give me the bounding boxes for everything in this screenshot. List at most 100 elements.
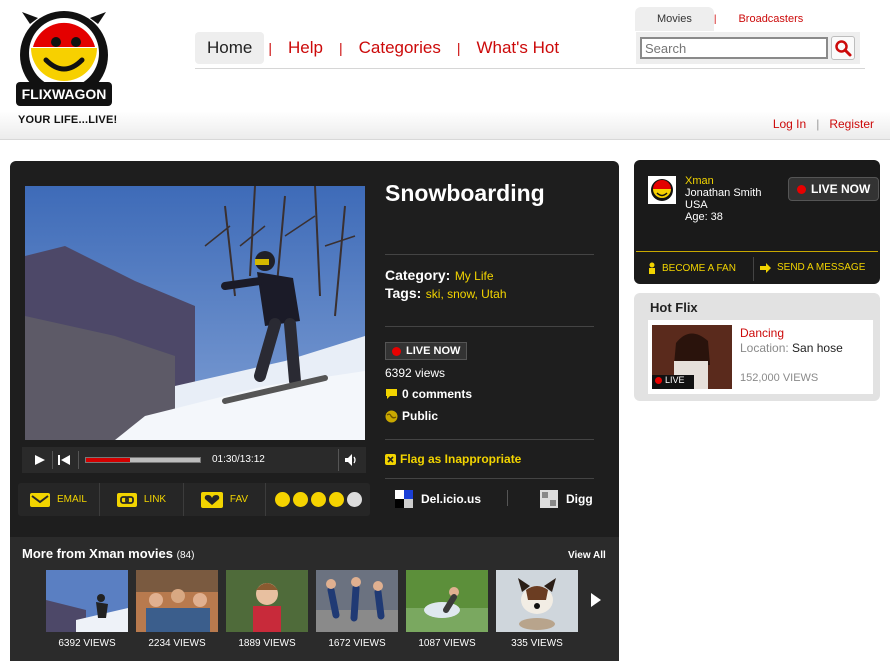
more-from-heading: More from Xman movies xyxy=(22,546,173,561)
thumb-splash xyxy=(406,570,488,632)
send-message-label: SEND A MESSAGE xyxy=(777,262,866,273)
thumb-child xyxy=(226,570,308,632)
become-fan-button[interactable]: BECOME A FAN xyxy=(648,262,736,274)
search-tabs: Movies | Broadcasters xyxy=(635,6,825,32)
more-from-count: (84) xyxy=(176,550,195,561)
location-value: San hose xyxy=(792,341,843,355)
link-label: LINK xyxy=(143,494,167,505)
controls-separator xyxy=(338,449,339,471)
live-dot-icon xyxy=(797,184,806,194)
video-time: 01:30/13:12 xyxy=(212,454,265,465)
search-icon xyxy=(835,40,852,57)
main-nav: Home | Help | Categories | What's Hot xyxy=(195,30,571,66)
search-tab-broadcasters[interactable]: Broadcasters xyxy=(716,7,825,31)
nav-divider xyxy=(195,68,865,69)
email-button[interactable]: EMAIL xyxy=(18,483,100,516)
thumb-item[interactable] xyxy=(496,570,578,637)
comments-count: 0 comments xyxy=(402,387,473,401)
digg-label: Digg xyxy=(566,492,593,506)
thumb-item[interactable] xyxy=(316,570,398,637)
video-title: Snowboarding xyxy=(385,180,545,206)
live-dot-icon xyxy=(655,376,662,384)
avatar[interactable] xyxy=(648,176,676,204)
search-tab-movies[interactable]: Movies xyxy=(635,7,714,31)
heart-icon xyxy=(200,491,223,508)
more-from-title: More from Xman movies (84) xyxy=(22,546,194,561)
profile-country: USA xyxy=(685,199,708,211)
send-message-button[interactable]: SEND A MESSAGE xyxy=(760,262,865,273)
thumb-snowboarding xyxy=(46,570,128,632)
thumb-item[interactable] xyxy=(46,570,128,637)
delicious-icon xyxy=(395,490,413,508)
digg-icon xyxy=(540,490,558,508)
next-arrow-icon[interactable] xyxy=(590,592,602,608)
tag-link[interactable]: ski xyxy=(426,287,441,301)
flixwagon-logo[interactable]: FLIXWAGON xyxy=(14,8,114,130)
login-link[interactable]: Log In xyxy=(773,117,806,131)
info-divider xyxy=(385,478,594,479)
auth-links: Log In | Register xyxy=(773,117,874,131)
flag-label: Flag as Inappropriate xyxy=(400,452,522,466)
comments-row[interactable]: 0 comments xyxy=(385,387,472,401)
profile-divider xyxy=(636,251,878,252)
hot-flix-item-title[interactable]: Dancing xyxy=(740,326,784,340)
delicious-button[interactable]: Del.icio.us xyxy=(395,490,481,508)
nav-categories[interactable]: Categories xyxy=(347,32,453,64)
thumb-item[interactable] xyxy=(136,570,218,637)
link-icon xyxy=(116,492,137,507)
arrow-right-icon xyxy=(760,262,771,273)
nav-whats-hot[interactable]: What's Hot xyxy=(464,32,571,64)
location-label: Location: xyxy=(740,341,789,355)
rating-star-icon[interactable] xyxy=(310,492,326,507)
comment-icon xyxy=(386,389,397,399)
rating-star-icon[interactable] xyxy=(292,492,308,507)
rating-star-icon[interactable] xyxy=(346,492,362,507)
register-link[interactable]: Register xyxy=(829,117,874,131)
hot-flix-title: Hot Flix xyxy=(650,300,698,315)
thumb-puppy xyxy=(496,570,578,632)
profile-action-separator xyxy=(753,257,754,281)
profile-live-badge[interactable]: LIVE NOW xyxy=(788,177,880,201)
video-player[interactable] xyxy=(25,186,365,440)
progress-bar[interactable] xyxy=(85,457,201,463)
thumb-views: 335 VIEWS xyxy=(511,638,563,649)
profile-username[interactable]: Xman xyxy=(685,175,761,187)
link-button[interactable]: LINK xyxy=(100,483,184,516)
rating-star-icon[interactable] xyxy=(328,492,344,507)
play-icon[interactable] xyxy=(34,454,46,466)
nav-help[interactable]: Help xyxy=(276,32,335,64)
thumb-item[interactable] xyxy=(226,570,308,637)
search-button[interactable] xyxy=(831,36,855,60)
delicious-label: Del.icio.us xyxy=(421,492,482,506)
nav-home[interactable]: Home xyxy=(195,32,265,64)
fav-button[interactable]: FAV xyxy=(184,483,266,516)
logo-tagline: YOUR LIFE...LIVE! xyxy=(18,114,118,126)
category-row: Category: My Life xyxy=(385,267,494,285)
person-icon xyxy=(649,262,655,274)
progress-fill xyxy=(86,458,131,462)
email-icon xyxy=(29,492,50,507)
thumb-group xyxy=(136,570,218,632)
digg-button[interactable]: Digg xyxy=(540,490,593,508)
globe-icon xyxy=(385,410,398,422)
volume-icon[interactable] xyxy=(344,453,358,467)
tag-link[interactable]: Utah xyxy=(481,287,506,301)
rating-widget[interactable] xyxy=(266,492,370,507)
visibility-row: Public xyxy=(385,409,438,423)
fav-label: FAV xyxy=(229,494,249,505)
hot-flix-live-tag: LIVE xyxy=(655,375,685,385)
rewind-icon[interactable] xyxy=(58,454,70,466)
thumb-item[interactable] xyxy=(406,570,488,637)
social-separator xyxy=(507,490,508,506)
category-label: Category: xyxy=(385,267,451,283)
search-input[interactable] xyxy=(640,37,828,59)
category-link[interactable]: My Life xyxy=(455,269,494,283)
info-divider xyxy=(385,326,594,327)
rating-star-icon[interactable] xyxy=(274,492,290,507)
live-now-badge[interactable]: LIVE NOW xyxy=(385,342,468,360)
view-all-link[interactable]: View All xyxy=(568,550,606,561)
flag-link[interactable]: Flag as Inappropriate xyxy=(385,452,521,466)
tags-label: Tags: xyxy=(385,285,422,301)
tag-link[interactable]: snow xyxy=(447,287,474,301)
profile-info: Xman Jonathan Smith USA Age: 38 xyxy=(685,175,761,223)
